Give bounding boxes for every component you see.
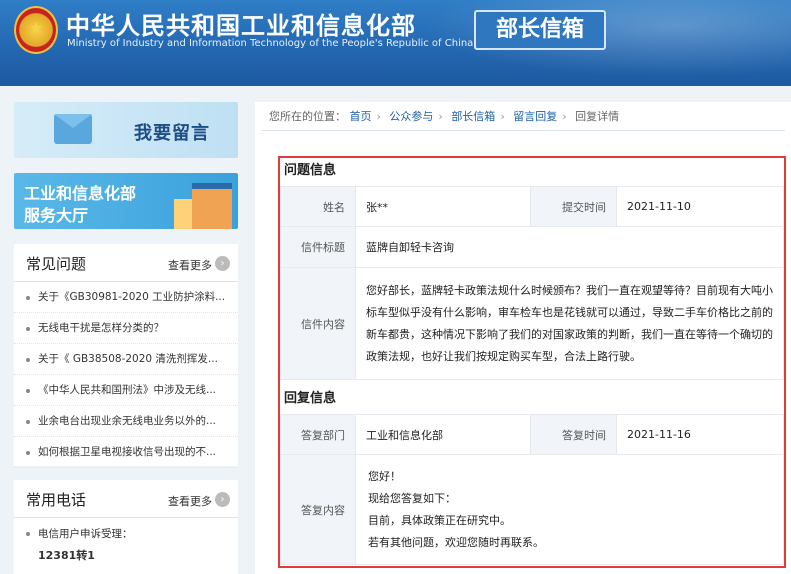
- phone-title: 常用电话: [26, 491, 87, 509]
- site-title: 中华人民共和国工业和信息化部: [66, 12, 416, 40]
- reply-dept-value: 工业和信息化部: [355, 414, 531, 455]
- breadcrumb-current: 回复详情: [575, 110, 620, 123]
- site-subtitle: Ministry of Industry and Information Tec…: [67, 38, 474, 49]
- reply-line: 现给您答复如下：: [368, 491, 456, 505]
- breadcrumb-replies[interactable]: 留言回复: [513, 110, 557, 123]
- reply-content: 您好！ 现给您答复如下： 目前，具体政策正在研究中。 若有其他问题，欢迎您随时再…: [355, 454, 784, 565]
- breadcrumb-prefix: 您所在的位置：: [269, 110, 346, 123]
- reply-time-value: 2021-11-16: [616, 414, 784, 455]
- phone-item-label: 电信用户申诉受理：: [38, 528, 133, 540]
- reply-line: 若有其他问题，欢迎您随时再联系。: [368, 535, 544, 549]
- content-label: 信件内容: [280, 267, 356, 380]
- leave-message-banner[interactable]: 我要留言: [14, 102, 238, 158]
- national-emblem-icon: ★: [14, 6, 58, 54]
- chevron-right-icon[interactable]: ›: [215, 492, 230, 507]
- question-table: 姓名 张** 提交时间 2021-11-10 信件标题 蓝牌自卸轻卡咨询 信件内…: [280, 186, 784, 380]
- divider: [261, 130, 785, 131]
- submit-time-value: 2021-11-10: [616, 186, 784, 227]
- reply-line: 您好！: [368, 469, 401, 483]
- reply-section-title: 回复信息: [284, 391, 337, 406]
- faq-item[interactable]: 业余电台出现业余无线电业务以外的...: [14, 406, 238, 437]
- leave-message-label: 我要留言: [134, 123, 210, 144]
- subject-label: 信件标题: [280, 226, 356, 268]
- faq-panel: 常见问题 查看更多 › 关于《GB30981-2020 工业防护涂料... 无线…: [14, 244, 238, 468]
- chevron-right-icon[interactable]: ›: [215, 256, 230, 271]
- subject-value: 蓝牌自卸轻卡咨询: [355, 226, 784, 268]
- faq-item[interactable]: 如何根据卫星电视接收信号出现的不...: [14, 437, 238, 468]
- phone-more-link[interactable]: 查看更多: [168, 493, 212, 509]
- mail-icon: [54, 114, 92, 144]
- phone-header: 常用电话 查看更多 ›: [14, 480, 238, 518]
- name-label: 姓名: [280, 186, 356, 227]
- faq-more-link[interactable]: 查看更多: [168, 257, 212, 273]
- faq-header: 常见问题 查看更多 ›: [14, 244, 238, 282]
- question-section-title: 问题信息: [284, 163, 337, 178]
- reply-dept-label: 答复部门: [280, 414, 356, 455]
- reply-time-label: 答复时间: [530, 414, 617, 455]
- breadcrumb-mailbox[interactable]: 部长信箱: [451, 110, 495, 123]
- service-hall-line2: 服务大厅: [24, 206, 89, 225]
- phone-panel: 常用电话 查看更多 › 电信用户申诉受理： 12381转1: [14, 480, 238, 574]
- service-hall-line1: 工业和信息化部: [24, 184, 137, 203]
- faq-item[interactable]: 无线电干扰是怎样分类的？: [14, 313, 238, 344]
- reply-table: 答复部门 工业和信息化部 答复时间 2021-11-16 答复内容 您好！ 现给…: [280, 414, 784, 565]
- breadcrumb-home[interactable]: 首页: [350, 110, 372, 123]
- building-small-icon: [174, 199, 192, 229]
- site-header: ★ 中华人民共和国工业和信息化部 Ministry of Industry an…: [0, 0, 791, 86]
- phone-item: 电信用户申诉受理： 12381转1: [14, 518, 238, 563]
- name-value: 张**: [355, 186, 531, 227]
- reply-content-label: 答复内容: [280, 454, 356, 565]
- service-hall-banner[interactable]: 工业和信息化部 服务大厅: [14, 173, 238, 229]
- faq-title: 常见问题: [26, 255, 87, 273]
- mailbox-title: 部长信箱: [474, 10, 606, 50]
- building-icon: [192, 183, 232, 229]
- breadcrumb: 您所在的位置： 首页 › 公众参与 › 部长信箱 › 留言回复 › 回复详情: [269, 110, 620, 123]
- breadcrumb-participation[interactable]: 公众参与: [389, 110, 433, 123]
- faq-item[interactable]: 关于《 GB38508-2020 清洗剂挥发...: [14, 344, 238, 375]
- content-value: 您好部长，蓝牌轻卡政策法规什么时候颁布？我们一直在观望等待？目前现有大吨小标车型…: [355, 267, 784, 380]
- faq-item[interactable]: 关于《GB30981-2020 工业防护涂料...: [14, 282, 238, 313]
- faq-item[interactable]: 《中华人民共和国刑法》中涉及无线...: [14, 375, 238, 406]
- highlight-frame: 问题信息 姓名 张** 提交时间 2021-11-10 信件标题 蓝牌自卸轻卡咨…: [278, 156, 786, 568]
- main-content: 您所在的位置： 首页 › 公众参与 › 部长信箱 › 留言回复 › 回复详情 问题信息 …: [255, 102, 791, 574]
- phone-item-number: 12381转1: [38, 549, 95, 562]
- reply-line: 目前，具体政策正在研究中。: [368, 513, 511, 527]
- submit-time-label: 提交时间: [530, 186, 617, 227]
